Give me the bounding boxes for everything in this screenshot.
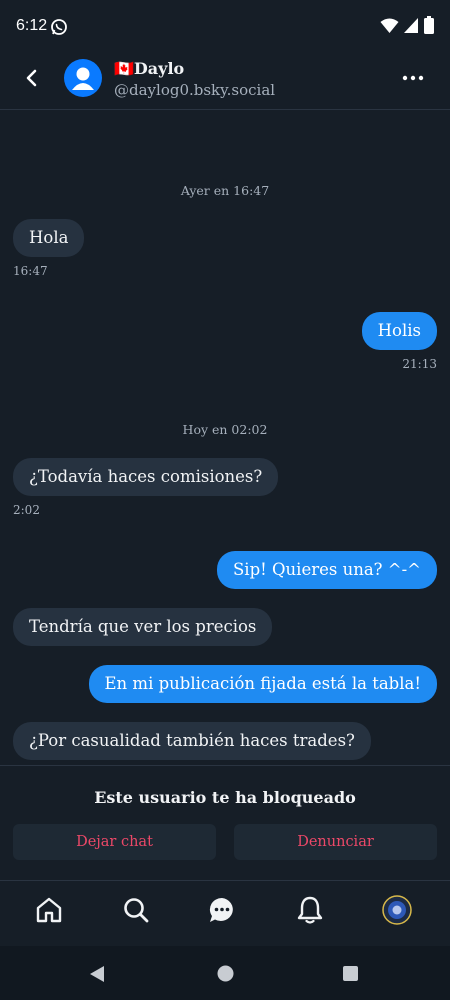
incoming-message[interactable]: ¿Todavía haces comisiones? [13, 458, 279, 496]
system-home-icon[interactable] [217, 965, 234, 982]
back-arrow-icon[interactable] [22, 68, 42, 88]
chat-header: 🇨🇦Daylo @daylog0.bsky.social [0, 56, 450, 110]
contact-name-row[interactable]: 🇨🇦Daylo [114, 59, 184, 78]
contact-name: Daylo [133, 59, 185, 78]
message-list[interactable]: Ayer en 16:47 Hola 16:47 Holis 21:13 Hoy… [0, 110, 450, 765]
system-recents-icon[interactable] [343, 966, 358, 981]
bell-icon[interactable] [296, 895, 324, 925]
status-bar: 6:12 [0, 0, 450, 56]
signal-icon [404, 18, 418, 33]
date-separator: Ayer en 16:47 [180, 183, 270, 198]
bottom-navigation [0, 880, 450, 946]
leave-chat-button[interactable]: Dejar chat [13, 824, 216, 860]
default-avatar-icon [72, 67, 94, 90]
system-navigation-bar [0, 946, 450, 1000]
incoming-message[interactable]: ¿Por casualidad también haces trades? [13, 722, 371, 760]
chat-icon[interactable] [208, 896, 236, 924]
incoming-message[interactable]: Hola [13, 219, 85, 257]
message-timestamp: 16:47 [13, 264, 48, 278]
system-back-icon[interactable] [89, 965, 105, 983]
outgoing-message[interactable]: En mi publicación fijada está la tabla! [88, 665, 437, 703]
profile-avatar-icon[interactable] [382, 895, 412, 925]
whatsapp-icon [51, 19, 67, 35]
search-icon[interactable] [122, 896, 150, 924]
wifi-icon [380, 18, 399, 33]
status-time: 6:12 [16, 17, 48, 34]
outgoing-message[interactable]: Holis [361, 312, 437, 350]
incoming-message[interactable]: Tendría que ver los precios [13, 608, 273, 646]
contact-handle: @daylog0.bsky.social [114, 81, 276, 99]
message-timestamp: 21:13 [402, 357, 437, 371]
more-options-icon[interactable] [402, 74, 424, 82]
flag-emoji: 🇨🇦 [114, 59, 134, 78]
report-button[interactable]: Denunciar [234, 824, 437, 860]
avatar[interactable] [64, 59, 102, 97]
blocked-notice: Este usuario te ha bloqueado Dejar chat … [0, 765, 450, 881]
outgoing-message[interactable]: Sip! Quieres una? ^-^ [217, 551, 437, 589]
home-icon[interactable] [35, 896, 63, 924]
blocked-title: Este usuario te ha bloqueado [94, 788, 356, 807]
battery-icon [424, 16, 434, 34]
date-separator: Hoy en 02:02 [182, 422, 268, 437]
message-timestamp: 2:02 [13, 503, 40, 517]
